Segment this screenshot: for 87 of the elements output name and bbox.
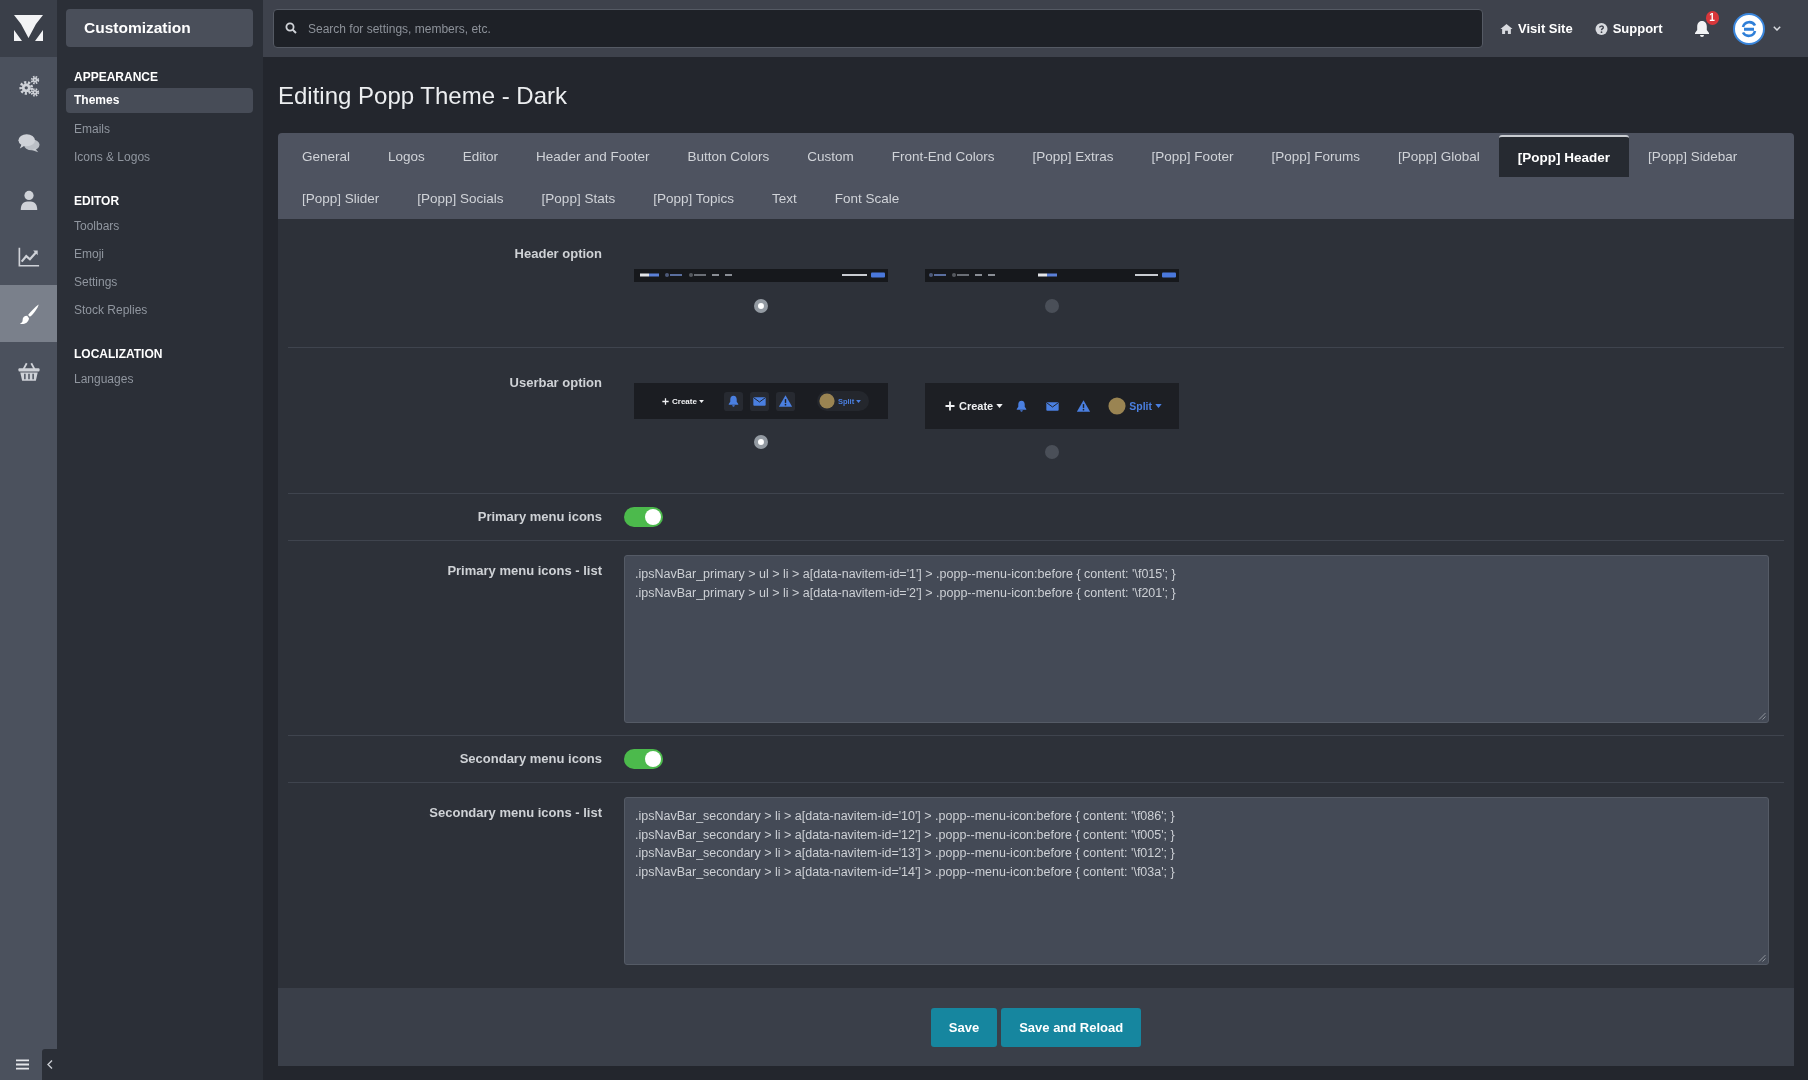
menu-icon [15, 1058, 29, 1070]
resize-grip-icon [1758, 954, 1766, 962]
field-label: Secondary menu icons [459, 750, 602, 768]
toggle-switch[interactable] [624, 507, 663, 527]
collapse-sidebar-button[interactable] [42, 1049, 57, 1080]
sidebar-item[interactable]: Themes [66, 88, 253, 113]
avatar-icon [818, 393, 835, 409]
logo-icon[interactable] [0, 0, 57, 57]
notification-badge: 1 [1705, 10, 1719, 25]
sidebar-item[interactable]: Languages [66, 365, 253, 393]
radio-button[interactable] [1045, 445, 1059, 459]
section-title: Customization [66, 9, 253, 47]
paint-brush-icon [17, 302, 40, 325]
chevron-down-icon [1772, 26, 1781, 31]
create-label: Create [959, 400, 994, 412]
header-link[interactable]: Visit Site [1500, 21, 1573, 36]
save-button[interactable]: Save and Reload [1001, 1007, 1142, 1047]
tab[interactable]: Header and Footer [517, 135, 669, 177]
chat-bubbles-icon [17, 131, 40, 154]
radio-button[interactable] [754, 299, 768, 313]
caret-down-icon [1155, 404, 1162, 408]
user-menu-button[interactable] [1732, 11, 1781, 46]
page-title: Editing Popp Theme - Dark [278, 81, 568, 111]
avatar-icon [1108, 397, 1127, 415]
tab[interactable]: [Popp] Forums [1252, 135, 1379, 177]
tab[interactable]: [Popp] Topics [634, 177, 753, 219]
userbar-preview[interactable]: Create Split [925, 383, 1179, 429]
search-icon [285, 22, 297, 34]
envelope-icon [749, 391, 769, 411]
field-label: Primary menu icons [477, 508, 602, 526]
resize-grip-icon [1758, 712, 1766, 720]
bell-icon [1693, 19, 1710, 38]
plus-icon [945, 401, 955, 411]
username-label: Split [1129, 400, 1152, 412]
header-preview-drawing[interactable] [634, 269, 888, 282]
search-field[interactable]: Search for settings, members, etc. [273, 9, 1483, 48]
nav-rail-item[interactable] [0, 285, 57, 342]
gears-icon [17, 74, 40, 97]
tab[interactable]: General [283, 135, 370, 177]
line-chart-icon [17, 245, 40, 268]
sidebar-item[interactable]: Stock Replies [66, 296, 253, 324]
avatar-icon [1732, 12, 1765, 45]
tab[interactable]: Button Colors [668, 135, 789, 177]
tab[interactable]: [Popp] Sidebar [1629, 135, 1757, 177]
field-label: Secondary menu icons - list [429, 804, 602, 822]
plus-icon [662, 397, 669, 405]
tab[interactable]: Editor [443, 135, 518, 177]
header-preview-drawing[interactable] [925, 269, 1179, 282]
field-label: Userbar option [509, 374, 602, 392]
caret-down-icon [698, 399, 704, 403]
radio-button[interactable] [1045, 299, 1059, 313]
tab[interactable]: [Popp] Socials [398, 177, 523, 219]
warning-icon [775, 391, 795, 411]
sidebar-item[interactable]: Settings [66, 268, 253, 296]
sidebar-heading: APPEARANCE [74, 70, 158, 84]
field-label: Primary menu icons - list [447, 562, 602, 580]
sidebar-heading: EDITOR [74, 194, 120, 208]
caret-down-icon [856, 399, 862, 403]
tab[interactable]: [Popp] Global [1378, 135, 1499, 177]
sidebar-item[interactable]: Icons & Logos [66, 143, 253, 171]
field-label: Header option [514, 245, 602, 263]
tab[interactable]: [Popp] Footer [1132, 135, 1253, 177]
code-textarea[interactable]: .ipsNavBar_primary > ul > li > a[data-navitem-id='1'] > .popp--menu-icon:before { content: '\f015'; } .ipsNavBar_primary > ul > li > a[data-navitem-id='2'] > .popp--menu-icon:before { content: '\f201'; } [624, 555, 1769, 723]
code-textarea[interactable]: .ipsNavBar_secondary > li > a[data-navitem-id='10'] > .popp--menu-icon:before { content: '\f086'; } .ipsNavBar_secondary > li > a[data-navitem-id='12'] > .popp--menu-icon:before { content: '\f005'; } .ipsNavBar_secondary > li > a[data-navitem-id='13'] > .popp--menu-icon:before { content: '\f012'; } .ipsNavBar_secondary > li > a[data-navitem-id='14'] > .popp--menu-icon:before { content: '\f03a'; } [624, 797, 1769, 965]
tab[interactable]: [Popp] Extras [1013, 135, 1133, 177]
sidebar-item[interactable]: Emoji [66, 240, 253, 268]
home-icon [1500, 22, 1513, 35]
help-icon [1594, 22, 1608, 35]
sidebar-heading: LOCALIZATION [74, 347, 163, 361]
header-link[interactable]: Support [1594, 21, 1663, 36]
tab[interactable]: Custom [788, 135, 873, 177]
tab[interactable]: [Popp] Stats [522, 177, 635, 219]
sidebar-item[interactable]: Toolbars [66, 212, 253, 240]
radio-button[interactable] [754, 435, 768, 449]
tab[interactable]: Text [752, 177, 816, 219]
caret-down-icon [996, 404, 1004, 408]
tab[interactable]: [Popp] Header [1498, 135, 1630, 177]
tab[interactable]: [Popp] Slider [283, 177, 399, 219]
sidebar-item[interactable]: Emails [66, 115, 253, 143]
bell-icon [723, 391, 743, 411]
create-label: Create [672, 396, 697, 406]
save-button[interactable]: Save [930, 1007, 998, 1047]
tab[interactable]: Front-End Colors [872, 135, 1014, 177]
chevron-left-icon [46, 1060, 53, 1069]
tab[interactable]: Logos [369, 135, 444, 177]
toggle-switch[interactable] [624, 749, 663, 769]
tab[interactable]: Font Scale [815, 177, 919, 219]
